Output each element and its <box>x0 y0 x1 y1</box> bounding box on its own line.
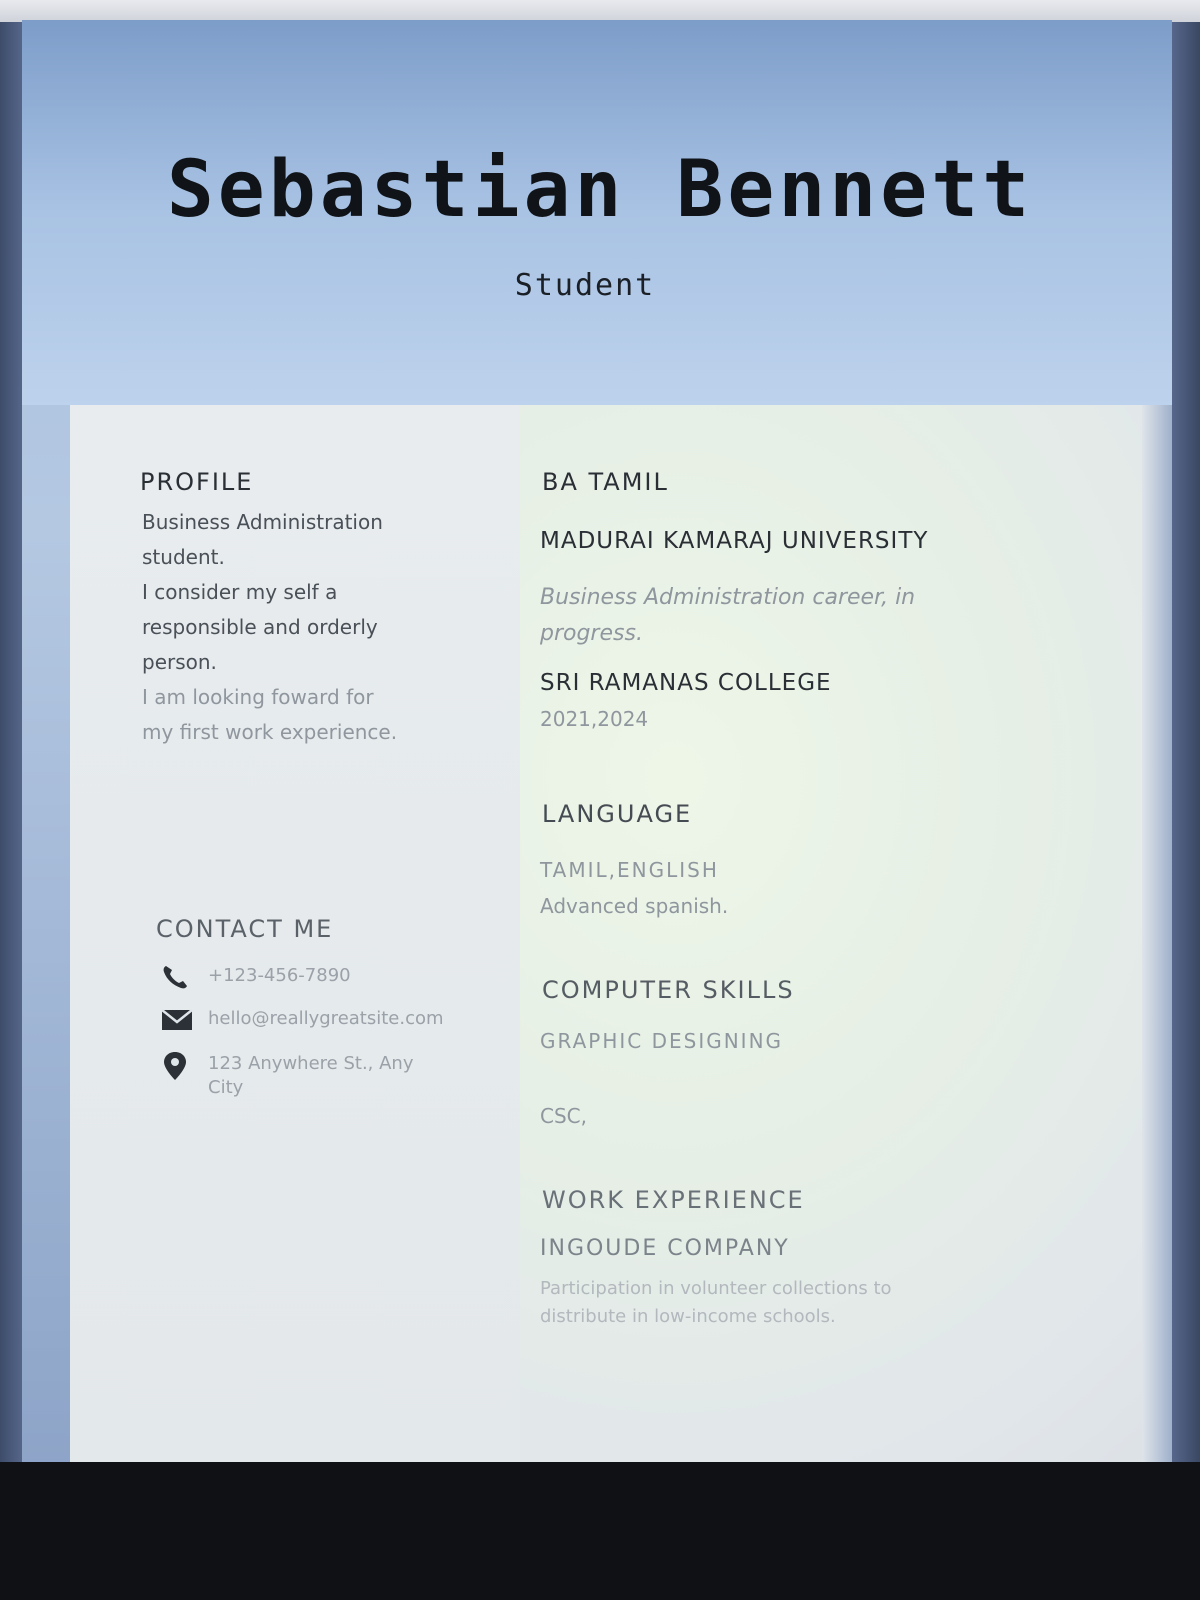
work-description: Participation in volunteer collections t… <box>540 1275 892 1331</box>
language-line: Advanced spanish. <box>540 894 729 918</box>
profile-line: person. <box>142 650 217 674</box>
monitor-bezel-bottom <box>0 1462 1200 1600</box>
profile-line: Business Administration <box>142 510 383 534</box>
monitor-bezel-top <box>0 0 1200 22</box>
profile-text: Business Administration student. I consi… <box>142 505 397 750</box>
mail-icon <box>160 1006 193 1034</box>
contact-heading: CONTACT ME <box>156 915 334 943</box>
college-name: SRI RAMANAS COLLEGE <box>540 670 832 696</box>
career-line: progress. <box>540 621 643 646</box>
address-text: 123 Anywhere St., Any City <box>208 1052 413 1100</box>
language-heading: LANGUAGE <box>542 800 693 828</box>
resume-name: Sebastian Bennett <box>166 145 1034 235</box>
skill-item: GRAPHIC DESIGNING <box>540 1029 784 1053</box>
email-text: hello@reallygreatsite.com <box>208 1008 444 1029</box>
profile-heading: PROFILE <box>140 468 254 496</box>
profile-line: I consider my self a <box>142 580 338 604</box>
profile-line: responsible and orderly <box>142 615 378 639</box>
work-line: Participation in volunteer collections t… <box>540 1278 892 1299</box>
work-heading: WORK EXPERIENCE <box>542 1186 805 1214</box>
college-years: 2021,2024 <box>540 707 649 731</box>
language-line: TAMIL,ENGLISH <box>540 858 719 882</box>
resume-title: Student <box>514 268 656 303</box>
location-icon <box>160 1050 190 1080</box>
career-line: Business Administration career, in <box>540 585 916 610</box>
phone-icon <box>160 963 190 991</box>
address-line: 123 Anywhere St., Any <box>208 1053 414 1074</box>
profile-line: student. <box>142 545 225 569</box>
work-line: distribute in low-income schools. <box>540 1306 836 1327</box>
right-edge <box>1142 405 1172 1470</box>
university-name: MADURAI KAMARAJ UNIVERSITY <box>540 528 929 554</box>
company-name: INGOUDE COMPANY <box>540 1236 790 1261</box>
profile-line: my first work experience. <box>142 720 398 744</box>
skill-item: CSC, <box>540 1104 587 1128</box>
phone-text: +123-456-7890 <box>208 965 351 986</box>
profile-line: I am looking foward for <box>142 685 374 709</box>
address-line: City <box>208 1077 244 1098</box>
skills-heading: COMPUTER SKILLS <box>542 976 795 1004</box>
degree-heading: BA TAMIL <box>542 468 669 496</box>
career-text: Business Administration career, in progr… <box>540 580 915 652</box>
